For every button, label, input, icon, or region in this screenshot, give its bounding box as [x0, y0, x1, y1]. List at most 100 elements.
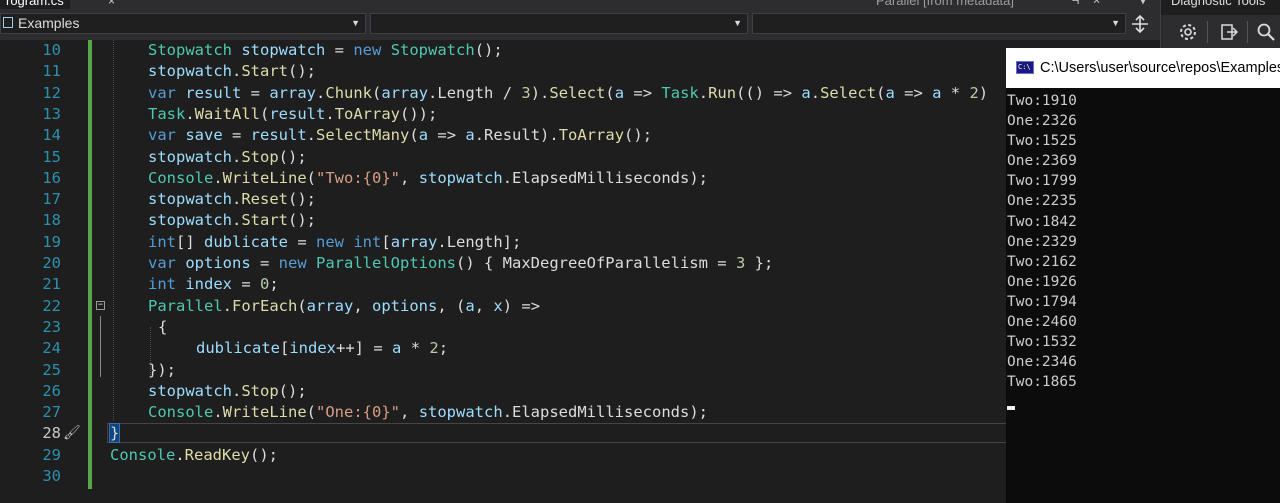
console-window[interactable]: C:\ C:\Users\user\source\repos\Examples … [1006, 48, 1280, 503]
code-line[interactable]: 16 Console.WriteLine("Two:{0}", stopwatch… [0, 168, 1160, 189]
code-token: WriteLine [222, 168, 307, 187]
export-icon[interactable] [1216, 19, 1242, 45]
code-line[interactable]: 12 var result = array.Chunk(array.Length … [0, 83, 1160, 104]
code-text: var options = new ParallelOptions() { Ma… [148, 253, 773, 274]
code-token: = [250, 254, 279, 272]
code-text: stopwatch.Stop(); [148, 381, 307, 402]
code-text: Task.WaitAll(result.ToArray()); [148, 104, 437, 125]
code-line[interactable]: 18 stopwatch.Start(); [0, 210, 1160, 231]
csharp-project-icon [3, 17, 13, 28]
tab-parallel-metadata[interactable]: Parallel [from metadata] [876, 0, 1014, 8]
code-token: . [175, 445, 185, 464]
code-token: index [185, 275, 233, 294]
code-token: Stopwatch [390, 41, 475, 59]
code-token: options [372, 296, 438, 315]
code-token: , [400, 403, 419, 422]
document-tab-strip: rogram.cs × Parallel [from metadata] ⊣ ×… [0, 0, 1280, 9]
line-number: 12 [42, 83, 61, 102]
code-token: a [614, 83, 625, 102]
code-text: Console.WriteLine("One:{0}", stopwatch.E… [148, 402, 708, 423]
code-token: ( [605, 83, 615, 102]
code-line[interactable]: 25}); [0, 360, 1160, 381]
console-title-bar[interactable]: C:\ C:\Users\user\source\repos\Examples [1006, 48, 1280, 88]
pin-icon[interactable]: ⊣ [1072, 0, 1079, 7]
code-token: Console [148, 168, 214, 187]
gear-icon[interactable] [1175, 19, 1201, 45]
code-line[interactable]: 20 var options = new ParallelOptions() { … [0, 253, 1160, 274]
project-combo-label: Examples [18, 15, 80, 31]
code-text: dublicate[index++] = a * 2; [196, 338, 448, 359]
brush-icon[interactable]: 🖌 [63, 426, 81, 440]
code-token: = [325, 41, 354, 59]
code-token: new [316, 232, 344, 251]
collapse-icon[interactable]: − [96, 300, 105, 310]
code-line[interactable]: 28 🖌} [0, 423, 1160, 444]
code-line[interactable]: 21 int index = 0; [0, 274, 1160, 295]
code-token: .ElapsedMilliseconds); [502, 168, 708, 187]
console-title: C:\Users\user\source\repos\Examples [1040, 60, 1280, 76]
code-token: ; [438, 339, 449, 358]
code-token: ( [306, 403, 317, 422]
code-line[interactable]: 24 dublicate[index++] = a * 2; [0, 338, 1160, 359]
code-token: . [698, 83, 709, 102]
code-token: ( [297, 296, 307, 315]
line-number: 22 [42, 296, 61, 315]
code-line[interactable]: 22 − Parallel.ForEach(array, options, (a, … [0, 296, 1160, 317]
code-line[interactable]: 27 Console.WriteLine("One:{0}", stopwatch… [0, 402, 1160, 423]
line-number: 19 [42, 232, 61, 251]
code-line[interactable]: 17 stopwatch.Reset(); [0, 189, 1160, 210]
split-window-icon[interactable] [1127, 11, 1153, 37]
code-text: var result = array.Chunk(array.Length / … [148, 83, 988, 104]
code-token: Start [241, 62, 289, 81]
tab-program-cs[interactable]: rogram.cs [0, 0, 70, 9]
code-line[interactable]: 15 stopwatch.Stop(); [0, 147, 1160, 168]
code-token: a [465, 126, 475, 145]
zoom-icon[interactable] [1253, 19, 1279, 45]
code-line[interactable]: 13 Task.WaitAll(result.ToArray()); [0, 104, 1160, 125]
code-line[interactable]: 19 int[] dublicate = new int[array.Length… [0, 232, 1160, 253]
code-token: Run [708, 83, 737, 102]
code-token: result [250, 126, 307, 145]
code-text: stopwatch.Stop(); [148, 147, 307, 168]
tab-metadata-close-icon[interactable]: × [1093, 0, 1100, 7]
code-token: = [288, 232, 316, 251]
line-number: 14 [42, 126, 61, 145]
code-token: Task [148, 104, 186, 123]
code-token: ++] = [336, 339, 393, 358]
code-editor[interactable]: 10 Stopwatch stopwatch = new Stopwatch();… [0, 40, 1160, 503]
code-line[interactable]: 10 Stopwatch stopwatch = new Stopwatch(); [0, 40, 1160, 61]
code-token: => [624, 83, 662, 102]
code-token: var [148, 83, 176, 102]
code-line[interactable]: 23 { [0, 317, 1160, 338]
code-line[interactable]: 14 var save = result.SelectMany(a => a.Re… [0, 125, 1160, 146]
code-token: * [941, 83, 970, 102]
code-line[interactable]: 29 Console.ReadKey(); [0, 445, 1160, 466]
line-number: 15 [42, 147, 61, 166]
code-token: . [232, 211, 242, 230]
code-token: stopwatch [418, 168, 503, 187]
code-token: Select [820, 83, 877, 102]
line-number: 21 [42, 275, 61, 294]
code-token: a [801, 83, 811, 102]
code-line[interactable]: 11 stopwatch.Start(); [0, 61, 1160, 82]
type-combo[interactable]: ▼ [370, 13, 748, 34]
tab-list-chevron-icon[interactable]: ▼ [1140, 0, 1146, 7]
code-token: Parallel [148, 296, 223, 315]
code-token: (); [250, 445, 278, 464]
code-line[interactable]: 30 [0, 466, 1160, 487]
code-token: . [810, 83, 821, 102]
member-combo[interactable]: ▼ [752, 13, 1126, 34]
code-token: .Length]; [437, 232, 522, 251]
project-combo[interactable]: Examples ▼ [0, 13, 366, 34]
code-token: . [222, 296, 232, 315]
diagnostic-toolbar [1161, 15, 1280, 49]
code-token: stopwatch [148, 381, 232, 400]
code-token: (); [278, 147, 307, 166]
code-token: array [390, 232, 438, 251]
diagnostic-tools-title: Diagnostic Tools [1171, 0, 1266, 8]
tab-close-icon[interactable]: × [108, 0, 115, 8]
code-line[interactable]: 26 stopwatch.Stop(); [0, 381, 1160, 402]
